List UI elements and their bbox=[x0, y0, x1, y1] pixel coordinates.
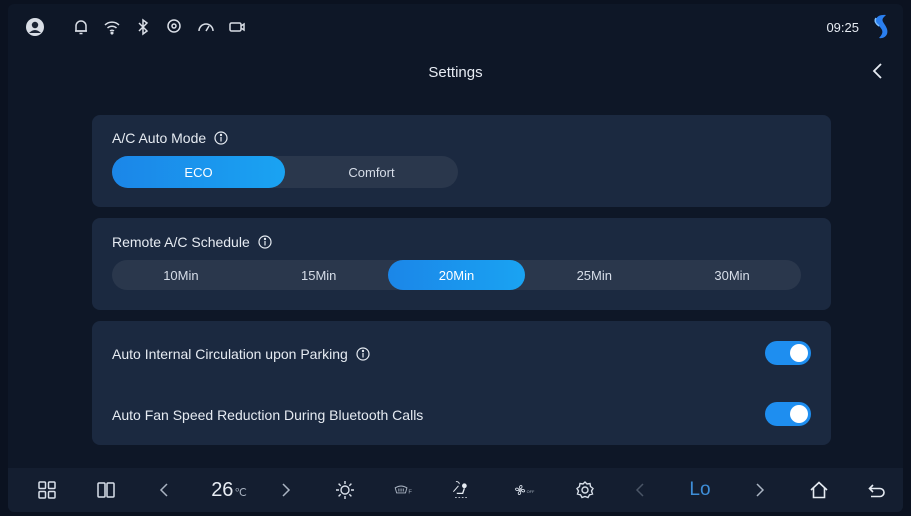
fan-level-display: Lo bbox=[680, 468, 720, 512]
avatar-icon[interactable] bbox=[24, 16, 46, 38]
info-icon[interactable] bbox=[214, 131, 228, 145]
schedule-option-20min[interactable]: 20Min bbox=[387, 260, 526, 290]
fan-speed-reduction-toggle[interactable] bbox=[765, 402, 811, 426]
internal-circulation-label: Auto Internal Circulation upon Parking bbox=[112, 346, 348, 362]
brand-logo[interactable] bbox=[867, 12, 893, 42]
temp-decrease-icon[interactable] bbox=[154, 468, 176, 512]
status-bar: 09:25 bbox=[8, 4, 903, 50]
toggle-knob bbox=[790, 405, 808, 423]
fan-level-value: Lo bbox=[689, 479, 711, 500]
back-icon[interactable] bbox=[867, 60, 889, 82]
schedule-option-25min[interactable]: 25Min bbox=[525, 260, 663, 290]
speedometer-icon bbox=[195, 16, 217, 38]
return-icon[interactable] bbox=[862, 468, 892, 512]
auto-brightness-icon[interactable] bbox=[330, 468, 360, 512]
schedule-segmented-control: 10Min 15Min 20Min 25Min 30Min bbox=[112, 260, 801, 290]
front-defrost-icon[interactable]: F bbox=[386, 468, 422, 512]
toggle-row-internal-circulation: Auto Internal Circulation upon Parking bbox=[112, 346, 370, 362]
internal-circulation-toggle[interactable] bbox=[765, 341, 811, 365]
fan-speed-reduction-label: Auto Fan Speed Reduction During Bluetoot… bbox=[112, 407, 424, 423]
remote-schedule-card: Remote A/C Schedule 10Min 15Min 20Min 25… bbox=[92, 218, 831, 310]
schedule-option-30min[interactable]: 30Min bbox=[663, 260, 801, 290]
schedule-option-10min[interactable]: 10Min bbox=[112, 260, 250, 290]
location-icon bbox=[163, 16, 185, 38]
temperature-value: 26 bbox=[211, 478, 234, 501]
temp-increase-icon[interactable] bbox=[274, 468, 296, 512]
temperature-unit: ℃ bbox=[234, 486, 247, 499]
toggles-card: Auto Internal Circulation upon Parking A… bbox=[92, 321, 831, 445]
ac-auto-mode-title: A/C Auto Mode bbox=[112, 130, 228, 146]
remote-schedule-title: Remote A/C Schedule bbox=[112, 234, 272, 250]
ac-mode-segmented-control: ECO Comfort bbox=[112, 156, 458, 188]
bell-icon bbox=[70, 16, 92, 38]
camera-icon bbox=[226, 16, 248, 38]
ac-auto-mode-label: A/C Auto Mode bbox=[112, 130, 207, 146]
bluetooth-icon bbox=[132, 16, 154, 38]
svg-text:OFF: OFF bbox=[527, 489, 535, 494]
page-title: Settings bbox=[428, 64, 483, 81]
clock: 09:25 bbox=[826, 20, 859, 35]
bottom-dock: 26℃ F OFF Lo bbox=[8, 468, 903, 512]
remote-schedule-label: Remote A/C Schedule bbox=[112, 234, 250, 250]
fan-off-icon[interactable]: OFF bbox=[504, 468, 544, 512]
ac-auto-mode-card: A/C Auto Mode ECO Comfort bbox=[92, 115, 831, 207]
schedule-option-15min[interactable]: 15Min bbox=[250, 260, 388, 290]
info-icon[interactable] bbox=[356, 347, 370, 361]
info-icon[interactable] bbox=[258, 235, 272, 249]
fan-increase-icon[interactable] bbox=[748, 468, 770, 512]
home-icon[interactable] bbox=[804, 468, 834, 512]
temperature-display: 26℃ bbox=[204, 468, 254, 512]
split-screen-icon[interactable] bbox=[91, 468, 121, 512]
climate-settings-icon[interactable] bbox=[570, 468, 600, 512]
ac-mode-comfort[interactable]: Comfort bbox=[285, 156, 458, 188]
screen-frame: 09:25 Settings A/C Auto Mode ECO Comfort… bbox=[8, 4, 903, 512]
ac-mode-eco[interactable]: ECO bbox=[112, 156, 285, 188]
wifi-icon bbox=[101, 16, 123, 38]
fan-decrease-icon[interactable] bbox=[630, 468, 652, 512]
airflow-mode-icon[interactable] bbox=[444, 468, 478, 512]
svg-text:F: F bbox=[408, 490, 412, 496]
apps-grid-icon[interactable] bbox=[32, 468, 62, 512]
toggle-row-fan-speed-reduction: Auto Fan Speed Reduction During Bluetoot… bbox=[112, 407, 423, 423]
toggle-knob bbox=[790, 344, 808, 362]
